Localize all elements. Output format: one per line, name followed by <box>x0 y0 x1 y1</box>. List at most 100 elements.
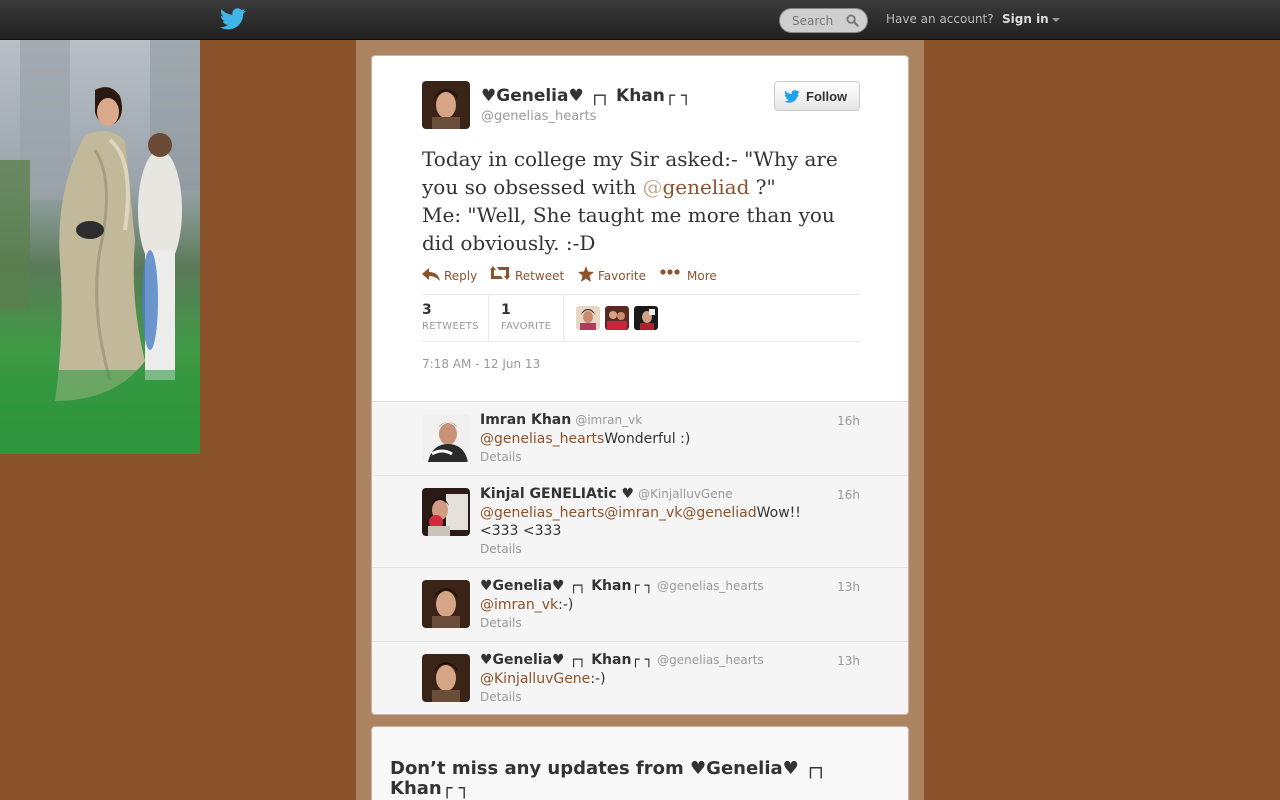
follow-button[interactable]: Follow <box>774 81 860 111</box>
favoriter-avatar[interactable] <box>634 306 658 330</box>
reply-author-name: ♥Genelia♥ ┌┐ Khan┌ ┐ <box>480 652 654 668</box>
sign-in-link[interactable]: Sign in <box>1002 12 1060 26</box>
search-box[interactable] <box>779 8 868 33</box>
favorite-label: Favorite <box>598 269 646 283</box>
reply-author[interactable]: ♥Genelia♥ ┌┐ Khan┌ ┐ @genelias_hearts <box>480 578 764 594</box>
reply-details-link[interactable]: Details <box>480 450 522 464</box>
author-fullname[interactable]: ♥Genelia♥ ┌┐ Khan┌ ┐ <box>481 86 691 106</box>
reply-mention-link[interactable]: @KinjalluvGene <box>480 671 590 687</box>
more-icon <box>660 269 680 275</box>
favorite-action[interactable]: Favorite <box>578 266 654 286</box>
reply-author-handle: @genelias_hearts <box>657 579 764 593</box>
reply-time[interactable]: 16h <box>837 488 860 502</box>
stats-divider <box>488 295 489 341</box>
favoriter-avatar[interactable] <box>576 306 600 330</box>
retweets-stat[interactable]: 3 RETWEETS <box>422 295 488 341</box>
retweets-label: RETWEETS <box>422 321 479 332</box>
tweet-text-line2: Me: "Well, She taught me more than you d… <box>422 203 835 255</box>
caret-down-icon <box>1051 17 1060 22</box>
twitter-bird-icon <box>784 90 800 103</box>
retweet-label: Retweet <box>515 269 565 283</box>
reply-author[interactable]: ♥Genelia♥ ┌┐ Khan┌ ┐ @genelias_hearts <box>480 652 764 668</box>
reply-author[interactable]: Imran Khan @imran_vk <box>480 412 642 428</box>
favoriter-avatar-image <box>634 306 658 330</box>
reply-time[interactable]: 16h <box>837 414 860 428</box>
reply-text: @imran_vk:-) <box>480 596 820 614</box>
reply-avatar[interactable] <box>422 414 470 462</box>
sign-in-label: Sign in <box>1002 12 1049 26</box>
tweet-card: ♥Genelia♥ ┌┐ Khan┌ ┐ @genelias_hearts Fo… <box>371 55 909 715</box>
reply-author-name: ♥Genelia♥ ┌┐ Khan┌ ┐ <box>480 578 654 594</box>
reply-text-body: :-) <box>558 597 574 613</box>
tweet-mention-link[interactable]: @geneliad <box>643 175 750 199</box>
reply-author-name: Imran Khan <box>480 412 572 428</box>
reply-item[interactable]: Kinjal GENELIAtic ♥ @KinjalluvGene 16h @g… <box>372 475 908 567</box>
tweet-text: Today in college my Sir asked:- "Why are… <box>422 145 862 257</box>
favoriter-avatar[interactable] <box>605 306 629 330</box>
more-label: More <box>687 269 717 283</box>
reply-time[interactable]: 13h <box>837 654 860 668</box>
have-account-text: Have an account? <box>886 12 994 26</box>
retweets-count: 3 <box>422 302 432 318</box>
tweet-timestamp[interactable]: 7:18 AM - 12 Jun 13 <box>422 357 540 371</box>
reply-item[interactable]: Imran Khan @imran_vk 16h @genelias_hearts… <box>372 401 908 475</box>
reply-mention-link[interactable]: @imran_vk <box>604 505 682 521</box>
main-column: ♥Genelia♥ ┌┐ Khan┌ ┐ @genelias_hearts Fo… <box>356 40 924 800</box>
reply-author-handle: @KinjalluvGene <box>638 487 733 501</box>
author-avatar[interactable] <box>422 81 470 129</box>
reply-author[interactable]: Kinjal GENELIAtic ♥ @KinjalluvGene <box>480 486 733 502</box>
reply-author-handle: @imran_vk <box>575 413 643 427</box>
twitter-bird-icon[interactable] <box>220 8 246 30</box>
star-icon <box>578 266 594 282</box>
reply-mention-link[interactable]: @geneliad <box>682 505 756 521</box>
reply-icon <box>422 268 440 281</box>
reply-text: @genelias_hearts@imran_vk@geneliadWow!! <… <box>480 504 820 540</box>
reply-text-line2: <333 <333 <box>480 523 562 539</box>
retweet-icon <box>490 266 510 280</box>
search-icon[interactable] <box>846 14 859 27</box>
reply-text-body: :-) <box>590 671 606 687</box>
reply-text: @genelias_heartsWonderful :) <box>480 430 820 448</box>
mention-at-symbol: @ <box>642 175 663 199</box>
reply-mention-link[interactable]: @genelias_hearts <box>480 431 604 447</box>
background-photo <box>0 40 200 454</box>
reply-avatar-image <box>422 654 470 702</box>
reply-avatar-image <box>422 414 470 462</box>
favorites-label: FAVORITE <box>501 321 552 332</box>
more-action[interactable]: More <box>660 266 720 286</box>
reply-avatar[interactable] <box>422 654 470 702</box>
reply-avatar-image <box>422 580 470 628</box>
favorites-stat[interactable]: 1 FAVORITE <box>501 295 563 341</box>
reply-item[interactable]: ♥Genelia♥ ┌┐ Khan┌ ┐ @genelias_hearts 13h… <box>372 641 908 714</box>
reply-author-name: Kinjal GENELIAtic ♥ <box>480 486 635 502</box>
top-bar: Have an account? Sign in <box>0 0 1280 40</box>
search-input[interactable] <box>792 14 848 28</box>
stats-divider <box>563 295 564 341</box>
reply-avatar[interactable] <box>422 580 470 628</box>
reply-mention-link[interactable]: @genelias_hearts <box>480 505 604 521</box>
reply-avatar[interactable] <box>422 488 470 536</box>
reply-details-link[interactable]: Details <box>480 616 522 630</box>
replies-list: Imran Khan @imran_vk 16h @genelias_hearts… <box>372 401 908 714</box>
reply-details-link[interactable]: Details <box>480 542 522 556</box>
tweet-stats: 3 RETWEETS 1 FAVORITE <box>422 294 860 342</box>
favoriter-avatar-image <box>605 306 629 330</box>
favoriter-avatar-image <box>576 306 600 330</box>
reply-time[interactable]: 13h <box>837 580 860 594</box>
reply-mention-link[interactable]: @imran_vk <box>480 597 558 613</box>
reply-text-body: Wow!! <box>756 505 801 521</box>
signup-card: Don’t miss any updates from ♥Genelia♥ ┌┐… <box>371 726 909 800</box>
reply-text: @KinjalluvGene:-) <box>480 670 820 688</box>
reply-action[interactable]: Reply <box>422 266 482 286</box>
author-avatar-image <box>422 81 470 129</box>
follow-label: Follow <box>806 89 848 104</box>
reply-text-body: Wonderful :) <box>604 431 691 447</box>
retweet-action[interactable]: Retweet <box>490 266 566 286</box>
author-screen-name[interactable]: @genelias_hearts <box>481 109 596 124</box>
tweet-text-part2: ?" <box>749 175 776 199</box>
background-photo-art <box>0 40 200 454</box>
reply-item[interactable]: ♥Genelia♥ ┌┐ Khan┌ ┐ @genelias_hearts 13h… <box>372 567 908 641</box>
reply-avatar-image <box>422 488 470 536</box>
signup-headline: Don’t miss any updates from ♥Genelia♥ ┌┐… <box>390 758 827 799</box>
reply-details-link[interactable]: Details <box>480 690 522 704</box>
